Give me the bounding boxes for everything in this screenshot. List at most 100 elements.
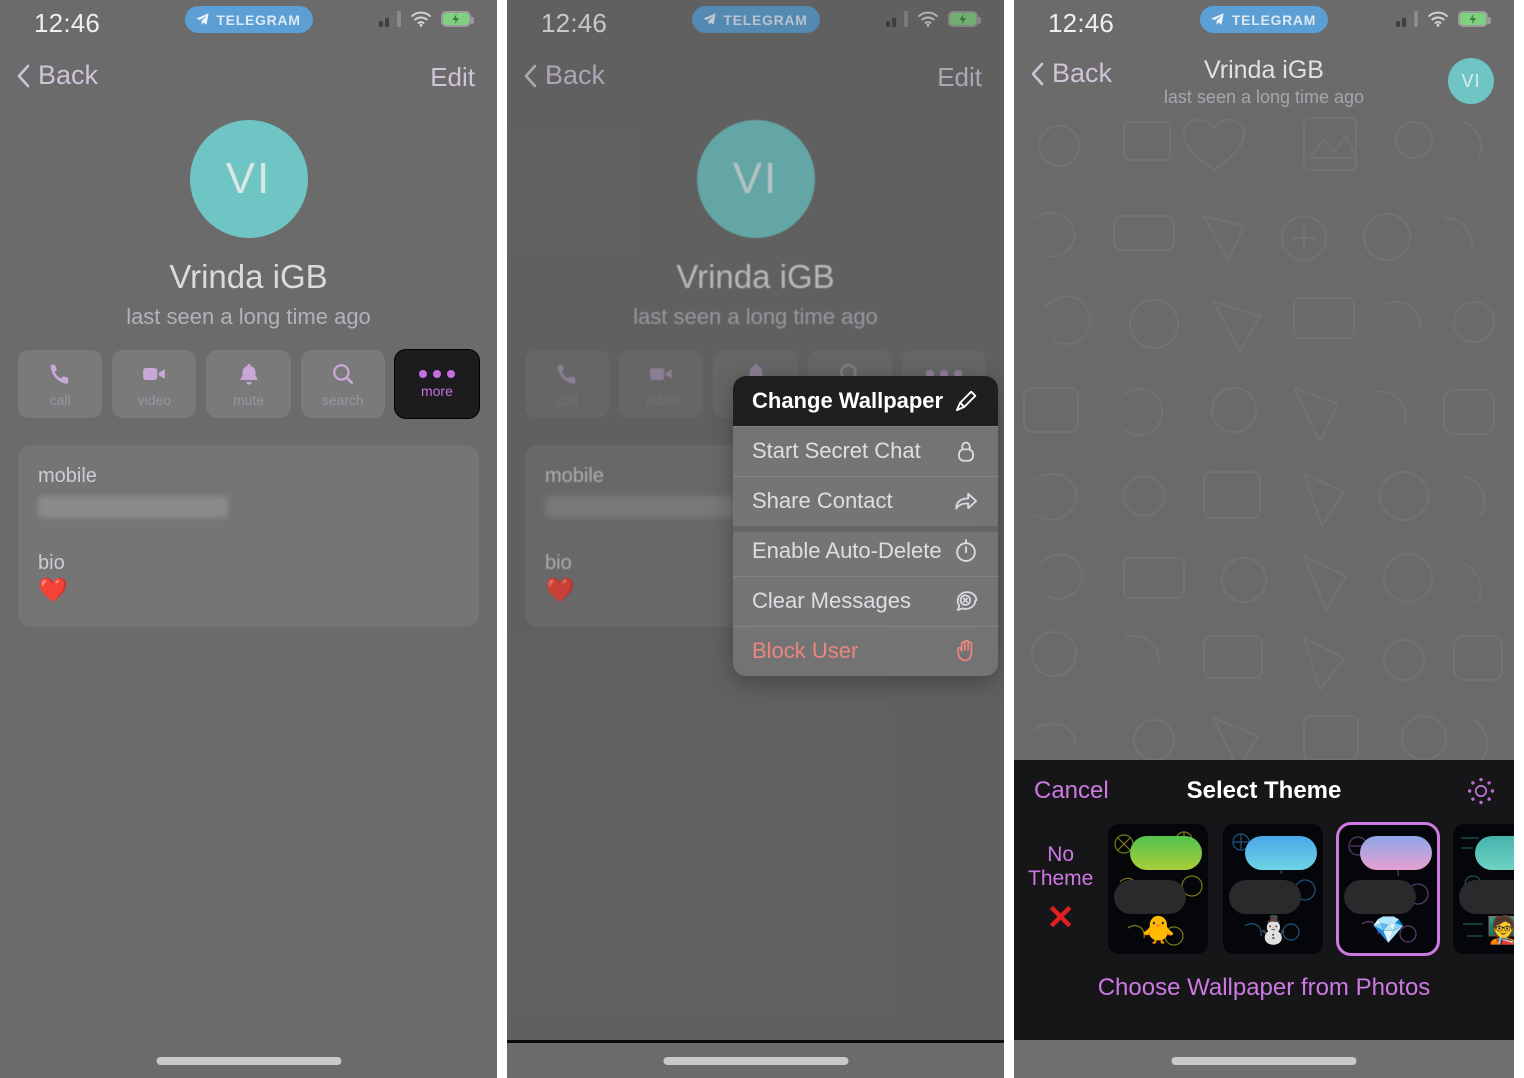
bio-label: bio <box>38 552 65 574</box>
back-button[interactable]: Back <box>16 60 98 91</box>
theme-thumbnail[interactable]: 🧑‍🏫 <box>1453 824 1514 954</box>
telegram-badge-label: TELEGRAM <box>216 11 301 28</box>
wifi-icon <box>1428 11 1448 27</box>
theme-sheet: Cancel Select Theme No Theme <box>1014 760 1514 1040</box>
theme-bubble-incoming <box>1229 880 1302 914</box>
avatar[interactable]: VI <box>189 120 308 238</box>
theme-emoji: ⛄ <box>1256 915 1291 945</box>
action-call-label: call <box>49 391 71 408</box>
menu-item-share-contact[interactable]: Share Contact <box>733 476 998 526</box>
edit-button[interactable]: Edit <box>937 62 982 93</box>
home-indicator-bar-3 <box>1014 1040 1514 1078</box>
home-indicator-bar <box>0 1040 497 1078</box>
home-indicator-bar-2 <box>507 1040 1004 1078</box>
share-arrow-icon <box>955 492 978 510</box>
action-call[interactable]: call <box>18 350 103 418</box>
theme-bubble-incoming <box>1459 880 1514 914</box>
chat-nav-bar: Back Vrinda iGB last seen a long time ag… <box>1014 46 1514 108</box>
home-indicator[interactable] <box>663 1057 848 1065</box>
screenshot-stage: 12:46 TELEGRAM Back Edit VI Vrinda iGB l… <box>0 0 1524 1078</box>
phone-value-redacted[interactable] <box>38 496 228 518</box>
paper-plane-icon <box>1211 13 1224 25</box>
wifi-icon <box>411 11 431 27</box>
chat-avatar-initials: VI <box>1461 70 1481 91</box>
no-theme-label: No Theme <box>1028 843 1093 890</box>
status-icons-3 <box>1396 11 1491 27</box>
telegram-badge-label-3: TELEGRAM <box>1231 11 1317 28</box>
telegram-badge: TELEGRAM <box>184 6 313 33</box>
panel-context-menu: 12:46 TELEGRAM Back Edit VI Vrinda iGB l… <box>507 0 1004 1078</box>
theme-emoji: 💎 <box>1371 915 1406 945</box>
home-indicator[interactable] <box>156 1057 341 1065</box>
back-button[interactable]: Back <box>523 60 605 91</box>
theme-emoji: 🐥 <box>1141 915 1176 945</box>
phone-icon <box>50 364 69 384</box>
bio-value: ❤️ <box>38 577 68 604</box>
paper-plane-icon <box>195 13 209 25</box>
menu-item-enable-auto-delete[interactable]: Enable Auto-Delete <box>733 526 998 576</box>
context-menu: Change Wallpaper Start Secret Chat Share… <box>733 376 998 676</box>
menu-item-change-wallpaper[interactable]: Change Wallpaper <box>733 376 998 426</box>
menu-item-label: Enable Auto-Delete <box>752 538 942 563</box>
chevron-left-icon <box>524 64 537 87</box>
chat-wallpaper <box>1014 108 1514 760</box>
theme-option-no-theme[interactable]: No Theme ✕ <box>1028 843 1093 934</box>
phone-value-redacted[interactable] <box>545 496 735 518</box>
action-mute[interactable]: mute <box>206 350 291 418</box>
telegram-badge-label-2: TELEGRAM <box>723 11 808 28</box>
video-camera-icon <box>650 367 673 380</box>
panel-contact-profile: 12:46 TELEGRAM Back Edit VI Vrinda iGB l… <box>0 0 497 1078</box>
chat-avatar[interactable]: VI <box>1448 58 1494 104</box>
menu-item-label: Change Wallpaper <box>752 388 944 413</box>
action-mute-label: mute <box>232 391 265 408</box>
chat-title-block[interactable]: Vrinda iGB last seen a long time ago <box>1014 56 1514 108</box>
chat-subtitle: last seen a long time ago <box>1163 87 1365 107</box>
edit-button[interactable]: Edit <box>430 62 475 93</box>
menu-item-clear-messages[interactable]: Clear Messages <box>733 576 998 626</box>
no-theme-line1: No <box>1047 843 1075 867</box>
menu-item-start-secret-chat[interactable]: Start Secret Chat <box>733 426 998 476</box>
brush-icon <box>955 390 977 412</box>
theme-bubble-outgoing <box>1360 836 1433 870</box>
nav-bar: Back Edit <box>0 46 497 108</box>
theme-list: No Theme ✕ 🐥 ⛄ <box>1014 822 1514 956</box>
profile-status: last seen a long time ago <box>126 304 371 329</box>
action-video-label: video <box>644 391 679 408</box>
theme-thumbnail[interactable]: ⛄ <box>1223 824 1324 954</box>
status-icons <box>379 11 474 27</box>
info-card: mobile bio ❤️ <box>18 445 479 627</box>
lock-icon <box>958 441 974 462</box>
home-indicator[interactable] <box>1171 1057 1357 1065</box>
phone-icon <box>557 364 576 384</box>
action-call[interactable]: call <box>525 350 610 418</box>
action-video-label: video <box>137 391 172 408</box>
choose-wallpaper-button[interactable]: Choose Wallpaper from Photos <box>1014 974 1514 1002</box>
action-video[interactable]: video <box>112 350 197 418</box>
page-title: Vrinda iGB <box>676 258 835 295</box>
action-button-row: call video mute search more <box>0 330 497 418</box>
telegram-badge-3: TELEGRAM <box>1199 6 1329 33</box>
battery-charging-icon <box>1458 11 1491 27</box>
nav-bar-2: Back Edit <box>507 46 1004 108</box>
doodle-pattern-icon <box>1023 117 1503 760</box>
signal-icon <box>886 11 908 27</box>
action-search[interactable]: search <box>300 350 385 418</box>
telegram-badge-2: TELEGRAM <box>691 6 820 33</box>
back-label: Back <box>38 60 99 90</box>
x-mark-icon: ✕ <box>1046 898 1075 937</box>
sun-icon[interactable] <box>1466 776 1496 806</box>
phone-label: mobile <box>38 465 97 487</box>
action-video[interactable]: video <box>619 350 704 418</box>
panel-select-theme: 12:46 TELEGRAM Back Vrinda iGB last seen… <box>1014 0 1514 1078</box>
chat-title: Vrinda iGB <box>1204 56 1324 84</box>
status-clock-2: 12:46 <box>541 8 608 38</box>
theme-thumbnail-selected[interactable]: 💎 <box>1336 822 1441 956</box>
page-title: Vrinda iGB <box>169 258 328 295</box>
action-more[interactable]: more <box>394 350 480 418</box>
menu-item-block-user[interactable]: Block User <box>733 626 998 676</box>
action-call-label: call <box>556 391 578 408</box>
theme-thumbnail[interactable]: 🐥 <box>1108 824 1209 954</box>
theme-bubble-incoming <box>1114 880 1187 914</box>
avatar-initials: VI <box>732 154 779 203</box>
avatar[interactable]: VI <box>696 120 815 238</box>
